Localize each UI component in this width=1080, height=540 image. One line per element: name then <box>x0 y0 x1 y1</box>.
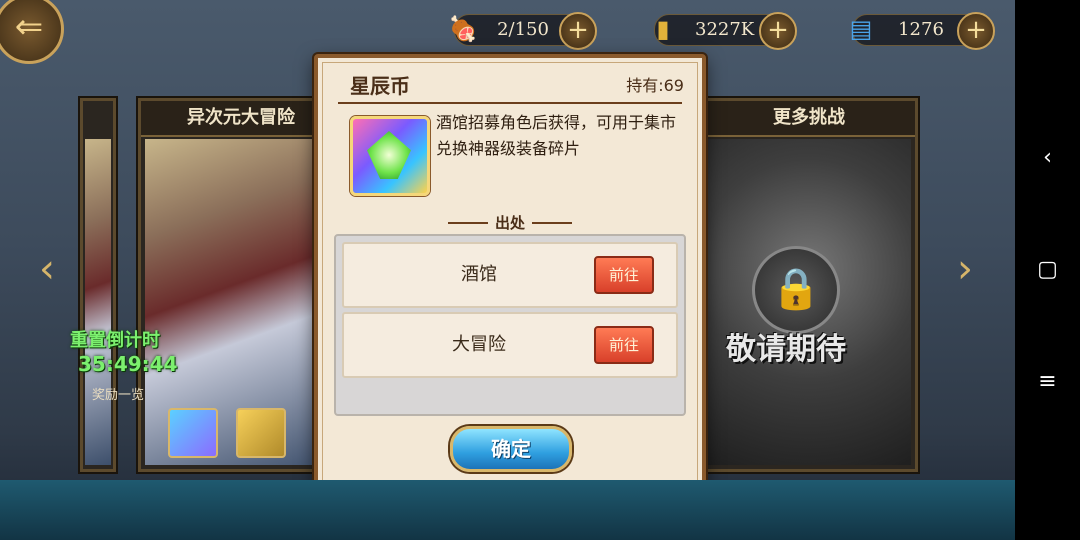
card-title: 更多挑战 <box>703 101 915 137</box>
owned-count: 持有:69 <box>626 76 684 95</box>
source-row-adventure: 大冒险 前往 <box>342 312 678 378</box>
add-stamina-button[interactable]: + <box>559 12 597 50</box>
reset-countdown-value: 35:49:44 <box>78 352 178 376</box>
book-value: 1276 <box>898 19 944 40</box>
gold-value: 3227K <box>695 19 755 40</box>
divider-right <box>532 222 572 224</box>
item-description: 酒馆招募角色后获得，可用于集市兑换神器级装备碎片 <box>436 113 677 158</box>
nav-back-icon[interactable]: ‹ <box>1015 138 1080 178</box>
source-header: 出处 <box>494 214 525 232</box>
title-divider <box>338 102 682 104</box>
game-screen: ⇐ 🍖 2/150 + ▮ 3227K + ▤ 1276 + 异次元大冒险 重置… <box>0 0 1015 540</box>
coming-soon-label: 敬请期待 <box>726 332 846 367</box>
confirm-button[interactable]: 确定 <box>450 426 572 472</box>
nav-menu-icon[interactable]: ≡ <box>1015 362 1080 402</box>
gold-counter: ▮ 3227K + <box>654 12 797 50</box>
book-icon: ▤ <box>849 15 873 43</box>
card-art <box>85 139 111 465</box>
source-name: 大冒险 <box>452 334 506 355</box>
item-name: 星辰币 <box>350 74 410 98</box>
nav-home-icon[interactable]: ▢ <box>1015 250 1080 290</box>
stamina-counter: 🍖 2/150 + <box>448 12 597 50</box>
reset-countdown-label: 重置倒计时 <box>70 330 160 351</box>
source-list: 酒馆 前往 大冒险 前往 <box>334 234 686 416</box>
card-title: 异次元大冒险 <box>141 101 341 137</box>
gold-icon: ▮ <box>656 15 670 43</box>
reward-star-coin-icon[interactable] <box>168 408 218 458</box>
book-counter: ▤ 1276 + <box>850 12 995 50</box>
source-row-tavern: 酒馆 前往 <box>342 242 678 308</box>
back-arrow-icon: ⇐ <box>14 7 44 47</box>
star-coin-icon <box>350 116 430 196</box>
back-button[interactable]: ⇐ <box>0 0 64 64</box>
add-gold-button[interactable]: + <box>759 12 797 50</box>
partial-card-left[interactable] <box>80 98 116 472</box>
source-name: 酒馆 <box>461 264 497 285</box>
lock-icon: 🔒 <box>752 246 840 334</box>
add-book-button[interactable]: + <box>957 12 995 50</box>
meat-icon: 🍖 <box>448 15 478 43</box>
scroll-right-arrow-icon[interactable]: › <box>950 244 980 294</box>
reward-crystal-icon[interactable] <box>236 408 286 458</box>
item-info-dialog: 星辰币 持有:69 酒馆招募角色后获得，可用于集市兑换神器级装备碎片 出处 酒馆… <box>314 54 706 492</box>
reward-overview-label: 奖励一览 <box>92 388 145 403</box>
scroll-left-arrow-icon[interactable]: ‹ <box>32 244 62 294</box>
go-tavern-button[interactable]: 前往 <box>594 256 654 294</box>
go-adventure-button[interactable]: 前往 <box>594 326 654 364</box>
system-nav-bar: ‹ ▢ ≡ <box>1015 0 1080 540</box>
stamina-value: 2/150 <box>497 19 549 40</box>
